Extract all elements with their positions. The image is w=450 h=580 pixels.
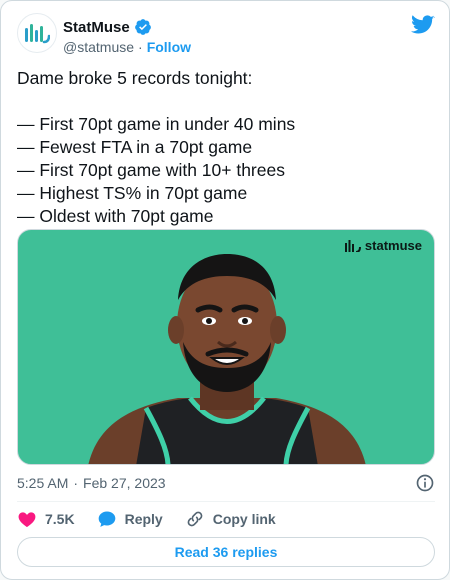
copy-link-button[interactable]: Copy link [185,509,276,529]
player-illustration [88,254,366,464]
media-watermark: statmuse [344,238,422,253]
action-bar: 7.5K Reply Copy link [17,506,435,532]
tweet-text: Dame broke 5 records tonight: — First 70… [17,68,296,226]
twitter-bird-icon[interactable] [411,13,435,37]
watermark-text: statmuse [364,238,422,253]
follow-button[interactable]: Follow [147,39,191,55]
heart-icon [18,512,36,527]
author-display-name[interactable]: StatMuse [63,19,130,36]
tweet-card: StatMuse @statmuse · Follow Dame broke 5… [0,0,450,580]
reply-button[interactable]: Reply [97,509,163,529]
tweet-media-image[interactable]: statmuse [17,229,435,465]
tweet-time[interactable]: 5:25 AM [17,475,68,491]
handle-separator: · [138,39,143,55]
like-button[interactable]: 7.5K [17,509,75,529]
time-separator: · [73,475,79,491]
statmuse-logo-icon [25,24,50,44]
author-handle[interactable]: @statmuse [63,39,134,55]
statmuse-logo-icon [344,239,361,252]
link-icon [187,511,203,527]
verified-badge-icon [134,19,151,35]
tweet-timestamp: 5:25 AM · Feb 27, 2023 [17,473,435,493]
avatar[interactable] [17,13,57,53]
like-count: 7.5K [45,511,75,527]
reply-bubble-icon [98,511,115,527]
tweet-date[interactable]: Feb 27, 2023 [83,475,166,491]
tweet-header: StatMuse @statmuse · Follow [17,13,435,57]
read-replies-button[interactable]: Read 36 replies [17,537,435,567]
info-icon[interactable] [415,473,435,493]
copy-link-label: Copy link [212,511,276,527]
divider [17,501,435,502]
author-block: StatMuse @statmuse · Follow [63,17,191,57]
reply-label: Reply [124,511,163,527]
